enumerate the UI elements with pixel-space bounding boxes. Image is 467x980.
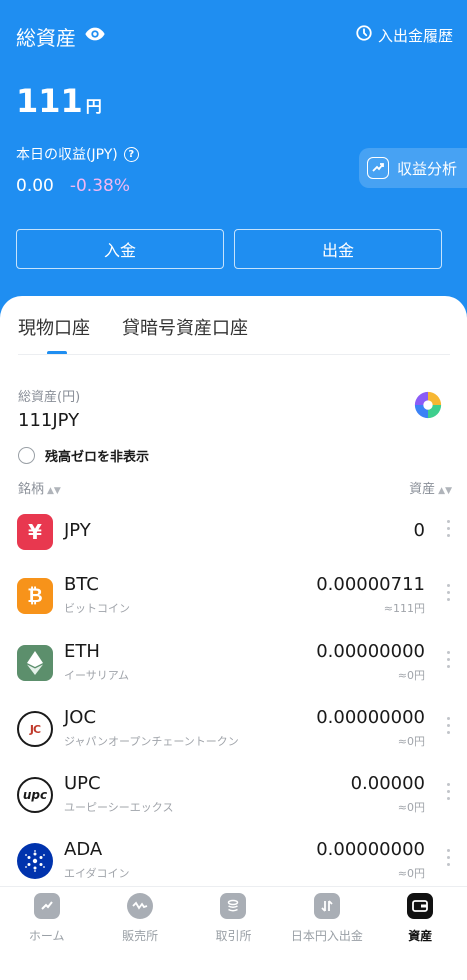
- bottom-nav: ホーム 販売所 取引所 日本円入出金 資産: [0, 886, 467, 980]
- asset-row-joc[interactable]: JC JOC ジャパンオープンチェーントークン 0.00000000 ≈0円: [0, 707, 467, 777]
- nav-label: 資産: [408, 929, 433, 943]
- nav-assets[interactable]: 資産: [374, 887, 467, 980]
- asset-symbol: ETH: [64, 641, 100, 662]
- withdraw-button[interactable]: 出金: [234, 229, 442, 269]
- radio-circle: [18, 447, 35, 464]
- asset-symbol: JPY: [64, 520, 91, 541]
- hide-zero-label: 残高ゼロを非表示: [45, 450, 150, 465]
- asset-amount: 0.00000000: [316, 641, 425, 662]
- total-assets-value: 111JPY: [18, 410, 80, 431]
- column-header: 銘柄 ▲▼ 資産 ▲▼: [18, 478, 452, 497]
- exchange-shop-icon: [127, 893, 154, 919]
- cardano-icon: [17, 843, 53, 879]
- asset-name: エイダコイン: [64, 867, 130, 880]
- history-link[interactable]: 入出金履歴: [355, 24, 453, 46]
- upc-icon: upc: [17, 777, 53, 813]
- pl-value: 0.00: [16, 176, 54, 196]
- asset-symbol: UPC: [64, 773, 101, 794]
- asset-name: ユーピーシーエックス: [64, 801, 174, 814]
- asset-amount: 0: [413, 520, 425, 541]
- more-icon[interactable]: [447, 584, 451, 601]
- total-assets-title: 総資産: [16, 22, 106, 51]
- col-name-label: 銘柄: [18, 482, 45, 497]
- asset-amount: 0.00000711: [316, 574, 425, 595]
- asset-symbol: BTC: [64, 574, 99, 595]
- asset-fiat: ≈0円: [397, 735, 425, 748]
- question-icon[interactable]: ?: [123, 146, 139, 162]
- wallet-icon: [407, 893, 434, 919]
- sort-icon: ▲▼: [438, 486, 452, 496]
- asset-symbol: JOC: [64, 707, 97, 728]
- nav-label: 販売所: [122, 929, 159, 943]
- more-icon[interactable]: [447, 520, 451, 537]
- account-tabs: 現物口座 貸暗号資産口座: [18, 314, 248, 340]
- joc-icon: JC: [17, 711, 53, 747]
- tab-spot-account[interactable]: 現物口座: [18, 314, 90, 340]
- more-icon[interactable]: [447, 651, 451, 668]
- action-buttons: 入金 出金: [16, 229, 442, 269]
- asset-name: イーサリアム: [64, 669, 130, 682]
- asset-fiat: ≈0円: [397, 867, 425, 880]
- asset-fiat: ≈0円: [397, 669, 425, 682]
- col-asset[interactable]: 資産 ▲▼: [409, 478, 452, 497]
- more-icon[interactable]: [447, 849, 451, 866]
- home-icon: [33, 893, 60, 919]
- analysis-label: 収益分析: [397, 159, 458, 178]
- col-asset-label: 資産: [409, 482, 436, 497]
- total-assets-yen-label: 総資産(円): [18, 390, 81, 405]
- deposit-button[interactable]: 入金: [16, 229, 224, 269]
- col-name[interactable]: 銘柄 ▲▼: [18, 478, 61, 497]
- asset-row-eth[interactable]: ETH イーサリアム 0.00000000 ≈0円: [0, 641, 467, 711]
- trend-icon: [367, 157, 389, 179]
- nav-trading[interactable]: 取引所: [187, 887, 280, 980]
- pl-label: 本日の収益(JPY): [16, 147, 118, 163]
- clock-icon: [355, 24, 373, 46]
- asset-symbol: ADA: [64, 839, 103, 860]
- bitcoin-icon: ₿: [17, 578, 53, 614]
- history-label: 入出金履歴: [377, 26, 453, 45]
- nav-home[interactable]: ホーム: [0, 887, 93, 980]
- analysis-button[interactable]: 収益分析: [359, 148, 467, 188]
- asset-row-btc[interactable]: ₿ BTC ビットコイン 0.00000711 ≈111円: [0, 574, 467, 644]
- pl-values: 0.00 -0.38%: [16, 176, 130, 196]
- assets-sheet: 現物口座 貸暗号資産口座 総資産(円) 111JPY 残高ゼロを非表示 銘柄 ▲▼…: [0, 296, 467, 886]
- ethereum-icon: [17, 645, 53, 681]
- nav-label: 日本円入出金: [290, 929, 363, 943]
- asset-amount: 0.00000000: [316, 839, 425, 860]
- more-icon[interactable]: [447, 717, 451, 734]
- asset-name: ビットコイン: [64, 602, 130, 615]
- pl-rate: -0.38%: [69, 176, 130, 196]
- header: 総資産 入出金履歴 111 円 本日の収益(JPY) ? 0.00 -0.38%…: [0, 0, 467, 320]
- pie-chart-icon[interactable]: [413, 390, 443, 420]
- asset-row-upc[interactable]: upc UPC ユーピーシーエックス 0.00000 ≈0円: [0, 773, 467, 843]
- nav-yen-deposit[interactable]: 日本円入出金: [280, 887, 373, 980]
- hide-zero-toggle[interactable]: 残高ゼロを非表示: [18, 446, 149, 465]
- nav-label: 取引所: [215, 929, 252, 943]
- yen-icon: ¥: [17, 514, 53, 550]
- trading-icon: [220, 893, 247, 919]
- balance-unit: 円: [85, 97, 102, 116]
- asset-fiat: ≈111円: [383, 602, 425, 615]
- balance: 111 円: [16, 82, 102, 120]
- pl-label-row: 本日の収益(JPY) ?: [16, 144, 139, 164]
- asset-row-jpy[interactable]: ¥ JPY 0: [0, 514, 467, 580]
- balance-value: 111: [16, 82, 83, 120]
- deposit-icon: [313, 893, 340, 919]
- tab-lending-account[interactable]: 貸暗号資産口座: [122, 314, 248, 340]
- asset-name: ジャパンオープンチェーントークン: [64, 735, 239, 748]
- more-icon[interactable]: [447, 783, 451, 800]
- sort-icon: ▲▼: [47, 486, 61, 496]
- asset-amount: 0.00000: [350, 773, 425, 794]
- tab-divider: [18, 354, 450, 355]
- asset-amount: 0.00000000: [316, 707, 425, 728]
- total-assets-label: 総資産: [16, 26, 76, 50]
- asset-fiat: ≈0円: [397, 801, 425, 814]
- eye-icon[interactable]: [84, 23, 106, 50]
- nav-label: ホーム: [28, 929, 65, 943]
- nav-exchange-shop[interactable]: 販売所: [93, 887, 186, 980]
